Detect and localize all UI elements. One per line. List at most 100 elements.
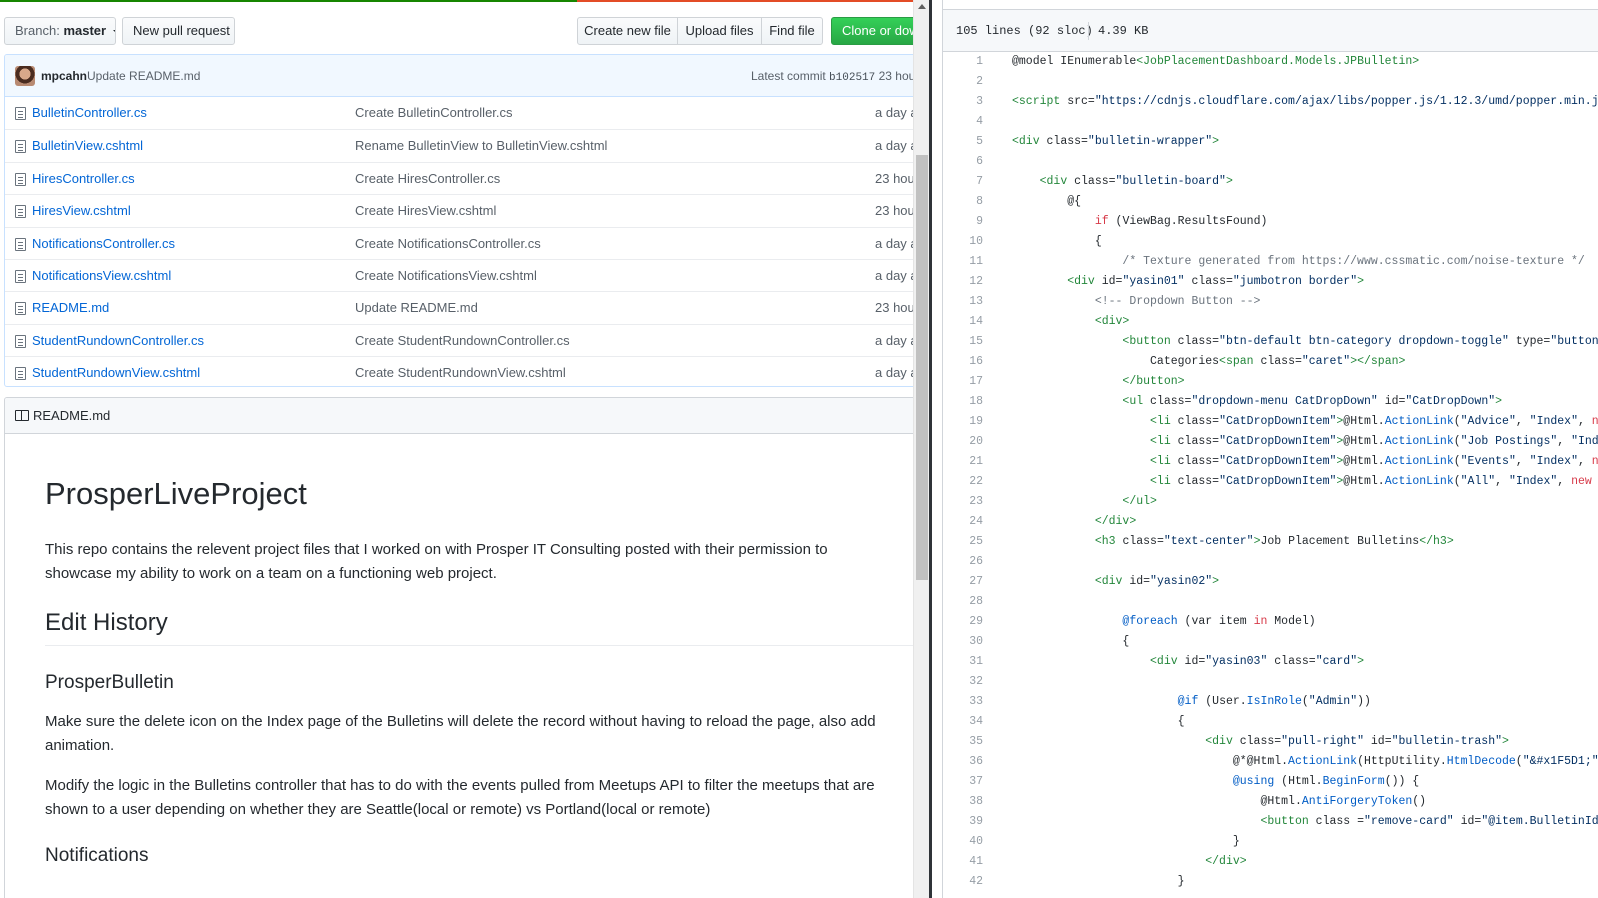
code-token: @Html. [1343,455,1385,468]
line-content: <h3 class="text-center">Job Placement Bu… [1012,532,1454,552]
clone-or-download-button[interactable]: Clone or download [831,17,915,45]
file-commit-message-link[interactable]: Create StudentRundownView.cshtml [355,365,566,380]
code-line: 30 { [943,632,1598,652]
scroll-up-arrow-icon[interactable] [918,4,926,9]
line-number[interactable]: 24 [943,512,983,532]
line-number[interactable]: 16 [943,352,983,372]
file-name-link[interactable]: BulletinView.cshtml [32,138,143,153]
line-number[interactable]: 38 [943,792,983,812]
code-line: 23 </ul> [943,492,1598,512]
line-number[interactable]: 42 [943,872,983,892]
code-token: { [1592,475,1598,488]
line-number[interactable]: 22 [943,472,983,492]
file-commit-message-link[interactable]: Create StudentRundownController.cs [355,333,570,348]
create-new-file-button[interactable]: Create new file [577,17,678,45]
line-number[interactable]: 18 [943,392,983,412]
readme-title: ProsperLiveProject [45,476,307,511]
line-number[interactable]: 36 [943,752,983,772]
line-number[interactable]: 41 [943,852,983,872]
line-number[interactable]: 9 [943,212,983,232]
line-number[interactable]: 11 [943,252,983,272]
latest-commit-info: Latest commit b102517 23 hours ago [751,69,915,84]
new-pull-request-button[interactable]: New pull request [122,17,235,45]
file-name-link[interactable]: StudentRundownController.cs [32,333,204,348]
file-commit-message-link[interactable]: Create HiresController.cs [355,171,500,186]
line-number[interactable]: 30 [943,632,983,652]
code-token: if [1094,215,1109,228]
line-number[interactable]: 1 [943,52,983,72]
file-commit-message-link[interactable]: Create HiresView.cshtml [355,203,496,218]
line-number[interactable]: 14 [943,312,983,332]
find-file-button[interactable]: Find file [761,17,823,45]
file-name-link[interactable]: BulletinController.cs [32,105,147,120]
file-name-link[interactable]: NotificationsController.cs [32,236,175,251]
code-token: "bulletin-trash" [1391,735,1503,748]
line-number[interactable]: 20 [943,432,983,452]
line-number[interactable]: 19 [943,412,983,432]
branch-select-button[interactable]: Branch: master [4,17,116,45]
commit-sha-link[interactable]: b102517 [829,72,875,84]
code-line: 15 <button class="btn-default btn-catego… [943,332,1598,352]
line-number[interactable]: 37 [943,772,983,792]
line-number[interactable]: 21 [943,452,983,472]
line-number[interactable]: 31 [943,652,983,672]
line-number[interactable]: 40 [943,832,983,852]
edit-history-heading: Edit History [45,609,915,646]
line-number[interactable]: 34 [943,712,983,732]
line-number[interactable]: 2 [943,72,983,92]
file-commit-message-link[interactable]: Create BulletinController.cs [355,105,513,120]
file-name-link[interactable]: README.md [32,300,109,315]
code-line: 25 <h3 class="text-center">Job Placement… [943,532,1598,552]
line-number[interactable]: 15 [943,332,983,352]
line-number[interactable]: 3 [943,92,983,112]
line-number[interactable]: 6 [943,152,983,172]
code-token: <h3 [1094,535,1116,548]
language-bar[interactable] [0,0,915,2]
line-number[interactable]: 5 [943,132,983,152]
line-number[interactable]: 29 [943,612,983,632]
file-commit-message-link[interactable]: Update README.md [355,300,478,315]
file-icon [15,172,26,186]
line-number[interactable]: 25 [943,532,983,552]
line-number[interactable]: 4 [943,112,983,132]
file-name-link[interactable]: NotificationsView.cshtml [32,268,171,283]
line-number[interactable]: 26 [943,552,983,572]
upload-files-button[interactable]: Upload files [677,17,762,45]
line-number[interactable]: 32 [943,672,983,692]
file-commit-message-link[interactable]: Create NotificationsView.cshtml [355,268,537,283]
line-number[interactable]: 33 [943,692,983,712]
line-number[interactable]: 7 [943,172,983,192]
code-token: <!-- Dropdown Button --> [1094,295,1261,308]
left-scrollbar[interactable] [913,0,930,898]
line-number[interactable]: 23 [943,492,983,512]
line-content: </div> [1012,512,1136,532]
line-number[interactable]: 8 [943,192,983,212]
file-commit-message-link[interactable]: Rename BulletinView to BulletinView.csht… [355,138,607,153]
file-name-link[interactable]: HiresController.cs [32,171,135,186]
file-commit-age: 23 hours ago [875,300,915,316]
code-line: 16 Categories<span class="caret"></span> [943,352,1598,372]
line-number[interactable]: 13 [943,292,983,312]
line-number[interactable]: 27 [943,572,983,592]
code-token: IsInRole [1246,695,1302,708]
commit-author-link[interactable]: mpcahn [41,69,87,83]
line-number[interactable]: 39 [943,812,983,832]
code-token: ( [1515,755,1523,768]
line-number[interactable]: 35 [943,732,983,752]
code-token: <div> [1094,315,1130,328]
commit-message-link[interactable]: Update README.md [87,69,200,83]
line-number[interactable]: 12 [943,272,983,292]
code-token: type= [1508,335,1551,348]
file-commit-message-link[interactable]: Create NotificationsController.cs [355,236,541,251]
line-content: <div class="bulletin-board"> [1012,172,1233,192]
file-name-link[interactable]: StudentRundownView.cshtml [32,365,200,380]
line-number[interactable]: 17 [943,372,983,392]
line-content: } [1012,832,1240,852]
code-token: </div> [1205,855,1247,868]
file-name-link[interactable]: HiresView.cshtml [32,203,131,218]
avatar[interactable] [15,66,35,86]
line-number[interactable]: 10 [943,232,983,252]
scrollbar-thumb[interactable] [916,155,928,580]
line-number[interactable]: 28 [943,592,983,612]
